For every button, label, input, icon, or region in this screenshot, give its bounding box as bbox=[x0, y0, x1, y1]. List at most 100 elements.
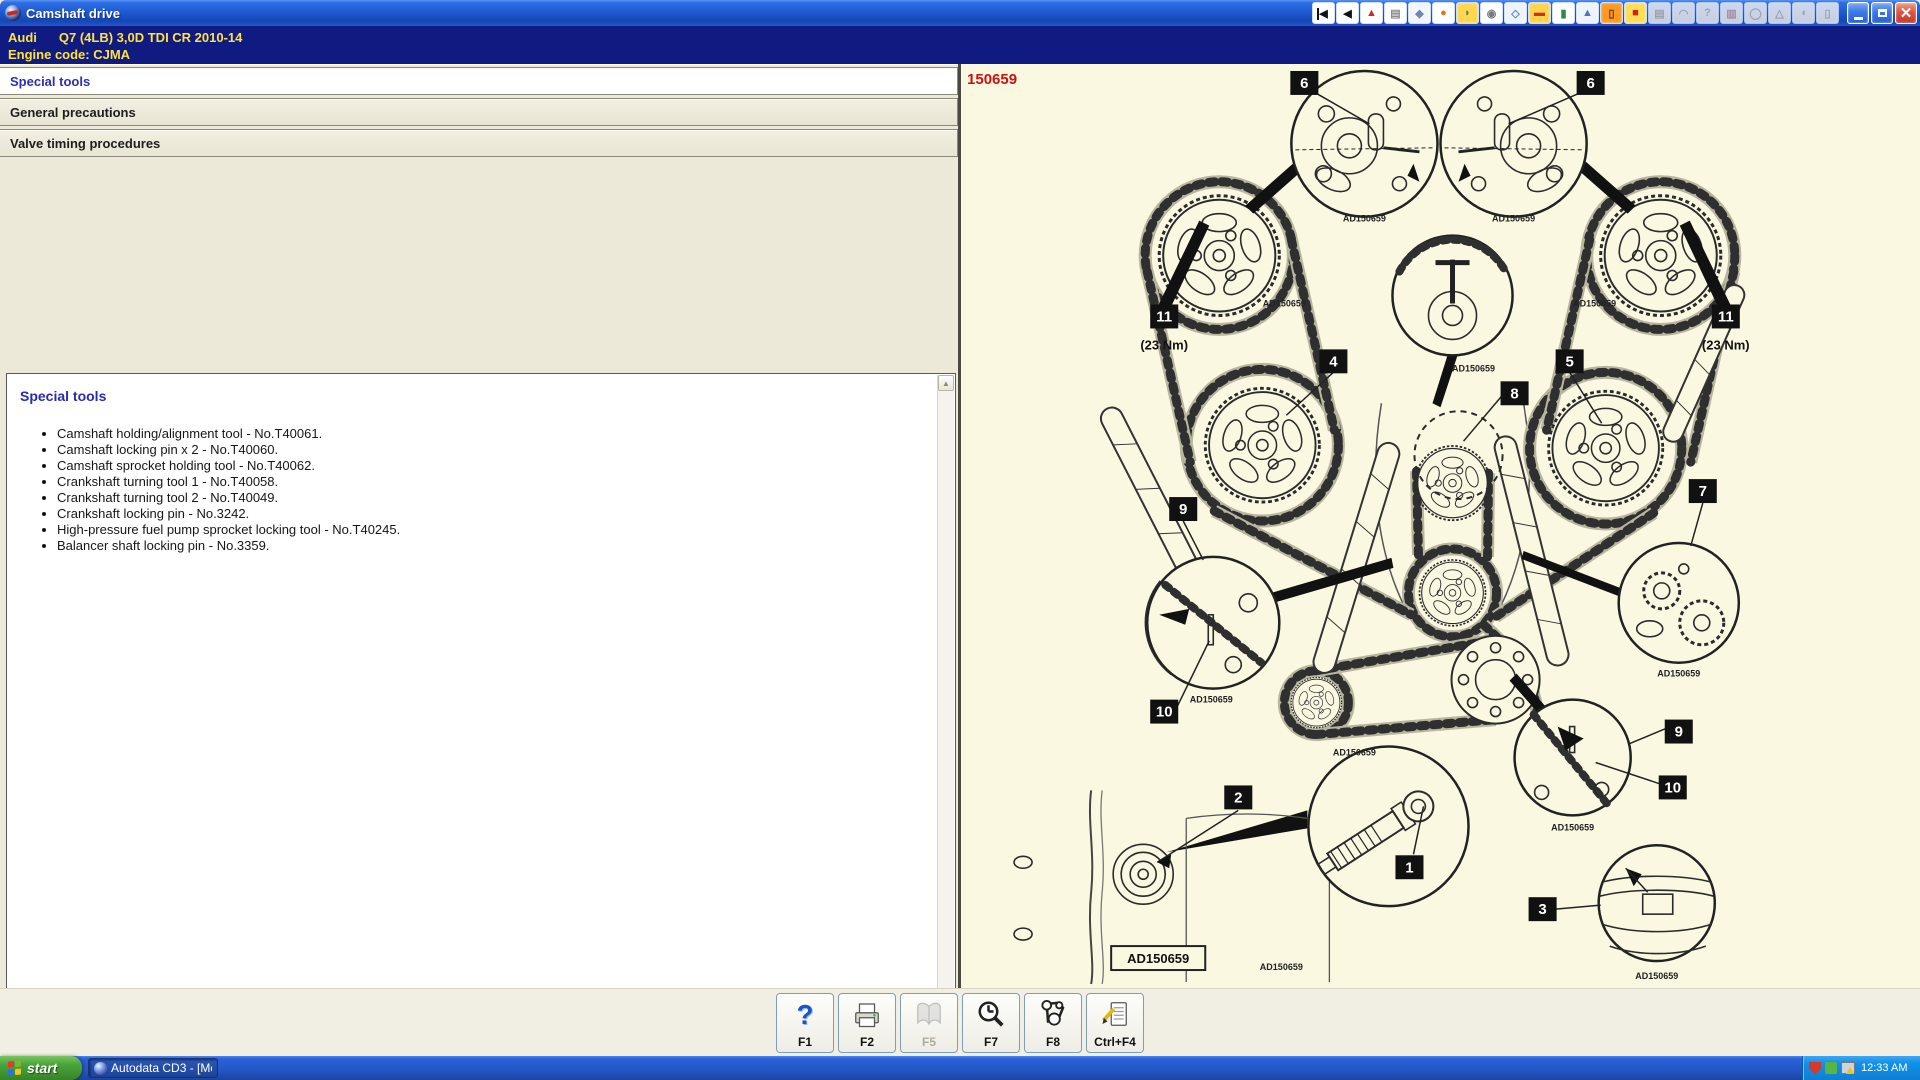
svg-text:8: 8 bbox=[1510, 385, 1518, 402]
engine-code: Engine code: CJMA bbox=[8, 46, 1920, 63]
system-tray: 12:33 AM bbox=[1802, 1056, 1920, 1080]
callout-5: 5 bbox=[1556, 349, 1584, 373]
diagram-pane: 150659 bbox=[961, 64, 1920, 988]
vehicle-model: Q7 (4LB) 3,0D TDI CR 2010-14 bbox=[59, 30, 243, 45]
tools-icon[interactable]: ◆ bbox=[1408, 2, 1431, 24]
image-code-caption: AD150659 bbox=[1551, 822, 1594, 832]
titlebar-toolbar: ◀◀▲▤◆●◗◉◇▬▮▲▯■▤◠?▥◯△◖▯ bbox=[1312, 2, 1839, 24]
car-data-icon[interactable]: ■ bbox=[1624, 2, 1647, 24]
help-icon: ? bbox=[790, 998, 820, 1030]
warning-icon[interactable]: ▲ bbox=[1360, 2, 1383, 24]
fn-key-label: F7 bbox=[984, 1035, 998, 1049]
fn-key-label: F8 bbox=[1046, 1035, 1060, 1049]
section-general-precautions[interactable]: General precautions bbox=[0, 98, 958, 126]
figure-number: 150659 bbox=[967, 71, 1017, 88]
callout-8: 8 bbox=[1501, 381, 1529, 405]
fn-key-label: F2 bbox=[860, 1035, 874, 1049]
nav-back-icon[interactable]: ◀ bbox=[1336, 2, 1359, 24]
gauge-icon: ◠ bbox=[1672, 2, 1695, 24]
globe-icon[interactable]: ● bbox=[1432, 2, 1455, 24]
callout-9: 9 bbox=[1665, 720, 1693, 744]
callout-2: 2 bbox=[1224, 785, 1252, 809]
image-code-caption: AD150659 bbox=[1657, 669, 1700, 679]
notes-icon bbox=[1100, 998, 1130, 1030]
wheel-icon[interactable]: ◉ bbox=[1480, 2, 1503, 24]
road-test-icon[interactable]: ▬ bbox=[1528, 2, 1551, 24]
svg-text:10: 10 bbox=[1156, 704, 1173, 721]
content-panel: Special tools Camshaft holding/alignment… bbox=[6, 373, 956, 1051]
svg-text:9: 9 bbox=[1179, 501, 1187, 518]
svg-text:4: 4 bbox=[1329, 353, 1338, 370]
content-heading: Special tools bbox=[20, 388, 955, 404]
fn-button-f7[interactable]: F7 bbox=[962, 993, 1020, 1053]
torque-label: (23 Nm) bbox=[1702, 337, 1750, 352]
diagnostic-icon: ? bbox=[1696, 2, 1719, 24]
task-label: Autodata CD3 - [Mod... bbox=[111, 1061, 212, 1075]
nav-first-icon[interactable]: ◀ bbox=[1312, 2, 1335, 24]
zoom-icon bbox=[976, 998, 1006, 1030]
start-button[interactable]: start bbox=[0, 1056, 82, 1080]
tyre-icon: ◯ bbox=[1744, 2, 1767, 24]
image-code-caption: AD150659 bbox=[1263, 298, 1306, 308]
device-icon[interactable]: ▯ bbox=[1600, 2, 1623, 24]
svg-text:10: 10 bbox=[1664, 779, 1681, 796]
vehicle-model-line: Audi Q7 (4LB) 3,0D TDI CR 2010-14 bbox=[8, 29, 1920, 46]
lift-frame-icon: ▯ bbox=[1816, 2, 1839, 24]
image-code-caption: AD150659 bbox=[1452, 363, 1495, 373]
jack-icon[interactable]: ▲ bbox=[1576, 2, 1599, 24]
window-layout-icon[interactable]: ▤ bbox=[1384, 2, 1407, 24]
minimize-icon bbox=[1854, 17, 1863, 20]
print-icon bbox=[852, 998, 882, 1030]
window-title: Camshaft drive bbox=[26, 6, 120, 21]
seat-icon: ▤ bbox=[1648, 2, 1671, 24]
windows-flag-icon bbox=[8, 1060, 22, 1075]
fn-key-label: F1 bbox=[798, 1035, 812, 1049]
section-valve-timing-procedures[interactable]: Valve timing procedures bbox=[0, 129, 958, 157]
clock: 12:33 AM bbox=[1861, 1062, 1907, 1074]
section-list: Special tools General precautions Valve ti… bbox=[0, 67, 958, 160]
callout-6: 6 bbox=[1577, 71, 1605, 95]
content-scrollbar[interactable]: ▲ ▼ bbox=[937, 375, 954, 1049]
vehicle-brand: Audi bbox=[8, 30, 37, 45]
callout-3: 3 bbox=[1529, 897, 1557, 921]
svg-text:7: 7 bbox=[1699, 483, 1707, 500]
camshaft-drive-diagram: 150659 bbox=[961, 64, 1920, 988]
fn-button-ctrl-f4[interactable]: Ctrl+F4 bbox=[1086, 993, 1144, 1053]
car-rear-icon: ◖ bbox=[1792, 2, 1815, 24]
minimize-button[interactable] bbox=[1847, 2, 1869, 24]
tool-item: High-pressure fuel pump sprocket locking… bbox=[57, 522, 955, 538]
door-icon[interactable]: ▮ bbox=[1552, 2, 1575, 24]
battery-icon: ▥ bbox=[1720, 2, 1743, 24]
fn-button-f8[interactable]: F8 bbox=[1024, 993, 1082, 1053]
contents-icon bbox=[914, 998, 944, 1030]
fn-button-f1[interactable]: ? F1 bbox=[776, 993, 834, 1053]
svg-text:6: 6 bbox=[1300, 75, 1308, 92]
svg-text:3: 3 bbox=[1538, 901, 1546, 918]
callout-10: 10 bbox=[1150, 700, 1178, 724]
svg-text:5: 5 bbox=[1565, 353, 1573, 370]
function-key-bar: ? F1 F2 F5 F7 F8 Ctrl+F4 bbox=[0, 988, 1920, 1056]
callout-10: 10 bbox=[1659, 775, 1687, 799]
close-button[interactable]: ✕ bbox=[1895, 2, 1917, 24]
vehicle-header: Audi Q7 (4LB) 3,0D TDI CR 2010-14 Engine … bbox=[0, 26, 1920, 64]
parts-icon[interactable]: ◇ bbox=[1504, 2, 1527, 24]
section-special-tools[interactable]: Special tools bbox=[0, 67, 958, 95]
security-shield-icon[interactable] bbox=[1809, 1062, 1821, 1075]
restore-button[interactable] bbox=[1871, 2, 1893, 24]
taskbar: start Autodata CD3 - [Mod... 12:33 AM bbox=[0, 1056, 1920, 1080]
tool-item: Balancer shaft locking pin - No.3359. bbox=[57, 538, 955, 554]
tray-app-icon[interactable] bbox=[1825, 1062, 1837, 1074]
tool-item: Camshaft locking pin x 2 - No.T40060. bbox=[57, 442, 955, 458]
image-code-caption: AD150659 bbox=[1573, 298, 1616, 308]
left-pane: Special tools General precautions Valve ti… bbox=[0, 64, 958, 988]
fn-button-f2[interactable]: F2 bbox=[838, 993, 896, 1053]
scroll-up-icon[interactable]: ▲ bbox=[938, 375, 954, 391]
taskbar-task-autodata[interactable]: Autodata CD3 - [Mod... bbox=[88, 1058, 218, 1078]
image-code-caption: AD150659 bbox=[1635, 971, 1678, 981]
key-programming-icon[interactable]: ◗ bbox=[1456, 2, 1479, 24]
fn-button-f5: F5 bbox=[900, 993, 958, 1053]
restore-icon bbox=[1878, 9, 1887, 17]
vm-warning-icon[interactable] bbox=[1841, 1062, 1855, 1074]
tool-item: Crankshaft locking pin - No.3242. bbox=[57, 506, 955, 522]
callout-4: 4 bbox=[1319, 349, 1347, 373]
